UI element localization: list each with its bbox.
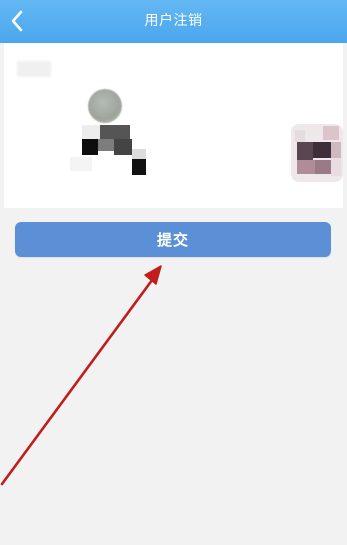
redacted-pixel xyxy=(82,139,98,155)
account-info-card xyxy=(4,43,343,208)
redacted-pixel xyxy=(114,139,132,155)
submit-button[interactable]: 提交 xyxy=(15,222,331,257)
redacted-pixel xyxy=(323,126,339,140)
redacted-pixel xyxy=(331,142,341,158)
redacted-label xyxy=(17,61,51,77)
redacted-pixel xyxy=(82,125,100,139)
redacted-pixel xyxy=(313,142,331,158)
top-bar: 用户注销 xyxy=(0,0,347,43)
redacted-pixel xyxy=(98,139,114,151)
redacted-pixel xyxy=(70,157,92,171)
redacted-pixel xyxy=(297,142,313,160)
redacted-pixel xyxy=(295,130,305,142)
redacted-pixel xyxy=(132,159,146,175)
page-title: 用户注销 xyxy=(144,13,203,29)
redacted-avatar xyxy=(68,87,158,182)
avatar-head xyxy=(88,89,122,123)
redacted-pixel xyxy=(132,149,146,159)
redacted-pixel xyxy=(331,158,341,176)
redacted-thumbnail[interactable] xyxy=(291,124,343,182)
redacted-pixel xyxy=(297,160,315,174)
redacted-pixel xyxy=(315,160,331,174)
